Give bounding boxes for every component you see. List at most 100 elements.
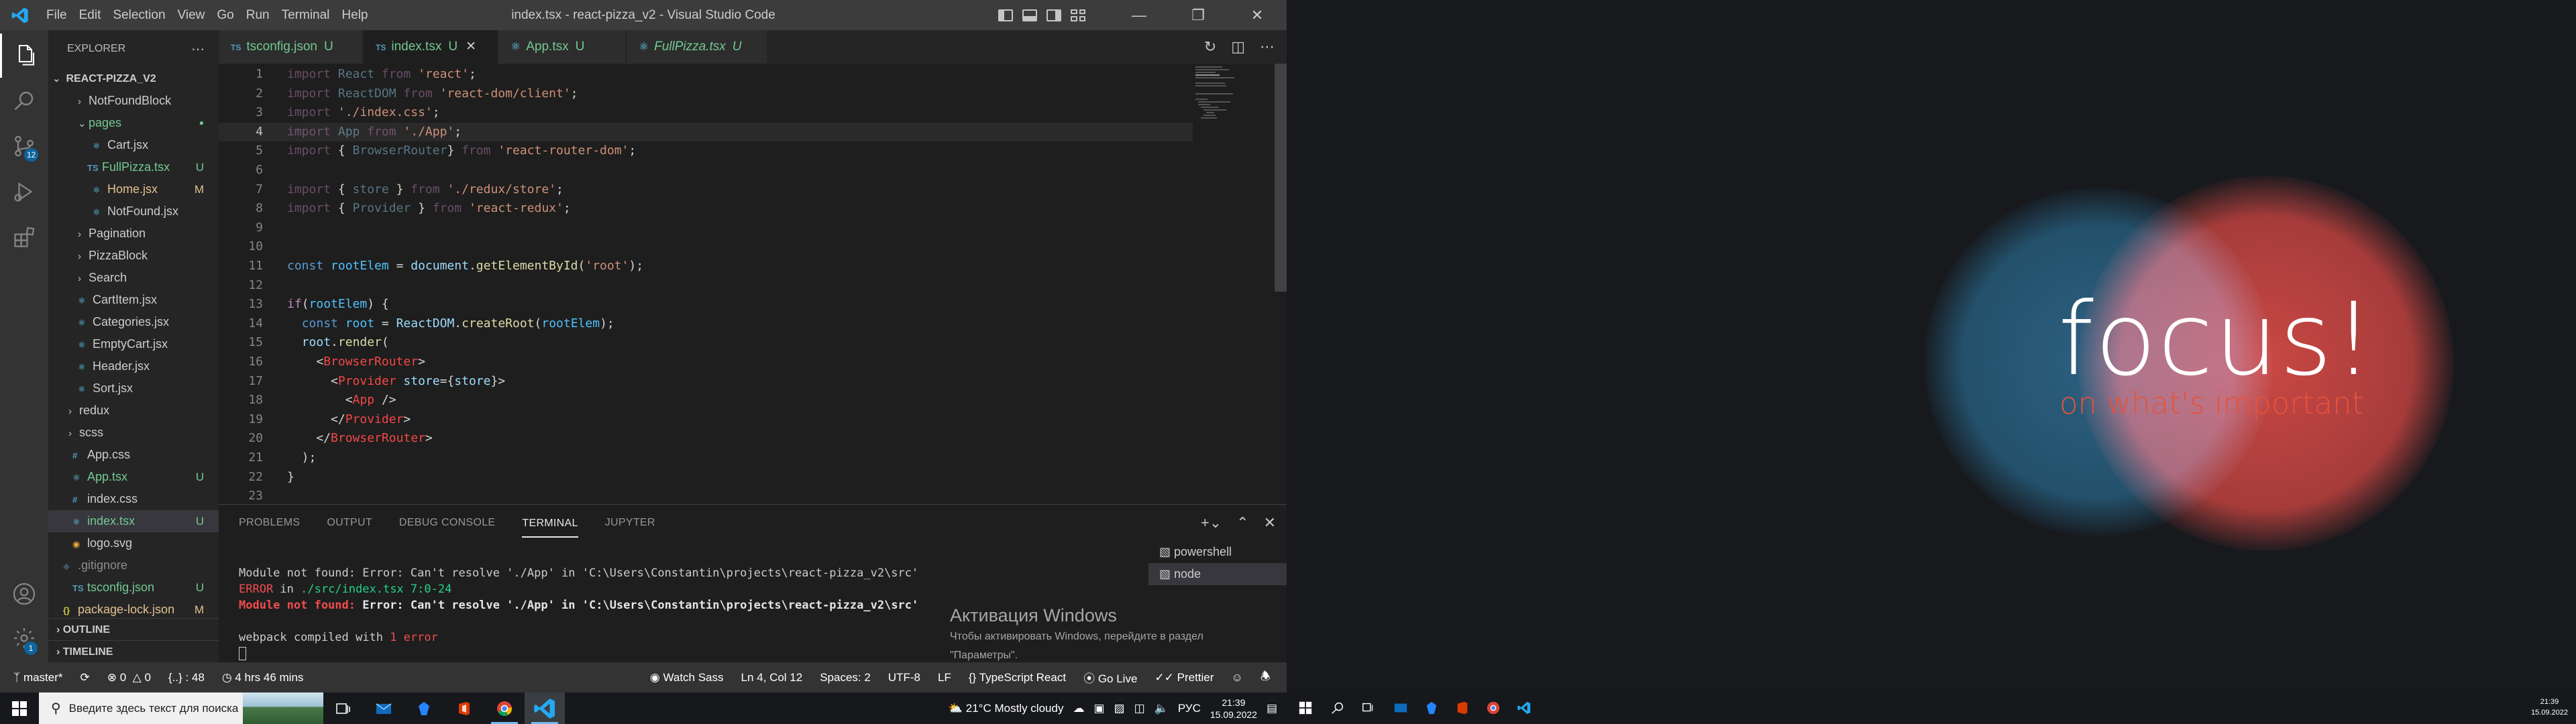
tree-file[interactable]: ⚛ Cart.jsx: [48, 134, 219, 156]
more-actions-icon[interactable]: ⋯: [1260, 38, 1275, 56]
mail-app-icon[interactable]: [364, 692, 404, 724]
outline-section[interactable]: › OUTLINE: [48, 618, 219, 640]
open-changes-icon[interactable]: ↻: [1204, 38, 1216, 56]
terminal-item-node[interactable]: ▧ node: [1148, 563, 1287, 585]
menu-terminal[interactable]: Terminal: [276, 8, 336, 23]
split-editor-icon[interactable]: ◫: [1231, 38, 1245, 56]
tree-file[interactable]: ◆ .gitignore: [48, 554, 219, 577]
indentation[interactable]: Spaces: 2: [820, 671, 871, 684]
tree-file[interactable]: # index.css: [48, 488, 219, 510]
language-mode[interactable]: {} TypeScript React: [969, 671, 1066, 684]
vscode-logo-icon[interactable]: [0, 0, 40, 30]
symbol-position[interactable]: {..} : 48: [168, 671, 205, 684]
tab-tsconfig[interactable]: TS tsconfig.json U: [219, 30, 363, 64]
menu-go[interactable]: Go: [211, 8, 239, 23]
menu-view[interactable]: View: [172, 8, 211, 23]
feedback-icon[interactable]: ☺: [1231, 671, 1242, 684]
tree-folder[interactable]: › NotFoundBlock: [48, 90, 219, 112]
toggle-panel-icon[interactable]: [1022, 9, 1037, 21]
tree-file[interactable]: # App.css: [48, 444, 219, 466]
menu-file[interactable]: File: [40, 8, 73, 23]
workspace-root[interactable]: ⌄ REACT-PIZZA_V2: [48, 68, 219, 90]
chrome-app-icon[interactable]: [484, 692, 525, 724]
tab-index-tsx[interactable]: TS index.tsx U ✕: [364, 30, 498, 64]
sourcetree-app-icon[interactable]: [1424, 701, 1440, 715]
go-live[interactable]: ⦿ Go Live: [1083, 669, 1137, 686]
menu-edit[interactable]: Edit: [73, 8, 107, 23]
customize-layout-icon[interactable]: [1071, 9, 1085, 21]
tab-app-tsx[interactable]: ⚛ App.tsx U: [498, 30, 626, 64]
notifications-bell-icon[interactable]: 🕭: [1260, 668, 1271, 687]
tree-folder[interactable]: › PizzaBlock: [48, 245, 219, 267]
git-branch[interactable]: ᛉ master*: [13, 671, 63, 684]
toggle-secondary-sidebar-icon[interactable]: [1046, 9, 1061, 21]
windows-start-icon[interactable]: [1297, 701, 1313, 715]
menu-help[interactable]: Help: [335, 8, 374, 23]
tree-folder[interactable]: › redux: [48, 400, 219, 422]
accounts-icon[interactable]: [0, 572, 48, 616]
minimap[interactable]: [1195, 64, 1275, 265]
tree-file[interactable]: ◉ logo.svg: [48, 532, 219, 554]
tab-terminal[interactable]: TERMINAL: [522, 508, 578, 538]
code-editor[interactable]: 1 import React from 'react'; 2 import React…: [219, 64, 1287, 504]
tree-file-selected[interactable]: ⚛ index.tsx U: [48, 510, 219, 532]
explorer-icon[interactable]: [0, 34, 48, 78]
editor-scrollbar[interactable]: [1275, 64, 1287, 292]
windows-start-icon[interactable]: [0, 692, 39, 724]
task-view-icon[interactable]: [1360, 701, 1377, 715]
office-app-icon[interactable]: [1454, 701, 1470, 715]
tab-fullpizza-tsx[interactable]: ⚛ FullPizza.tsx U: [627, 30, 767, 64]
tab-jupyter[interactable]: JUPYTER: [605, 517, 655, 529]
tree-file[interactable]: TS tsconfig.json U: [48, 577, 219, 599]
sync-icon[interactable]: ⟳: [80, 671, 90, 684]
maximize-panel-icon[interactable]: ⌃: [1236, 514, 1248, 532]
tree-file[interactable]: ⚛ NotFound.jsx: [48, 200, 219, 223]
wakatime-status[interactable]: ◷ 4 hrs 46 mins: [222, 671, 304, 684]
minimize-icon[interactable]: —: [1110, 0, 1169, 30]
menu-run[interactable]: Run: [240, 8, 276, 23]
tree-file[interactable]: ⚛ EmptyCart.jsx: [48, 333, 219, 355]
new-terminal-icon[interactable]: +⌄: [1201, 514, 1222, 532]
tray-network-icon[interactable]: ◫: [1134, 702, 1145, 715]
run-debug-icon[interactable]: [0, 170, 48, 214]
restore-icon[interactable]: ❐: [1169, 0, 1228, 30]
tree-file[interactable]: ⚛ CartItem.jsx: [48, 289, 219, 311]
toggle-primary-sidebar-icon[interactable]: [998, 9, 1013, 21]
watch-sass[interactable]: ◉ Watch Sass: [650, 671, 724, 684]
chrome-app-icon[interactable]: [1485, 701, 1501, 715]
search-icon[interactable]: [0, 78, 48, 123]
tab-output[interactable]: OUTPUT: [327, 517, 372, 529]
vscode-app-icon[interactable]: [1516, 701, 1532, 715]
weather-widget[interactable]: ⛅ 21°C Mostly cloudy: [949, 702, 1064, 715]
problems-status[interactable]: ⊗ 0 △ 0: [107, 671, 151, 684]
terminal-output[interactable]: Module not found: Error: Can't resolve '…: [239, 565, 918, 662]
notifications-icon[interactable]: ▤: [1267, 702, 1277, 715]
source-control-icon[interactable]: 12: [0, 124, 48, 168]
tray-cloud-icon[interactable]: ☁: [1073, 702, 1084, 715]
tray-photo-icon[interactable]: ▨: [1114, 702, 1125, 715]
close-window-icon[interactable]: ✕: [1228, 0, 1287, 30]
tree-file[interactable]: ⚛ Home.jsx M: [48, 178, 219, 200]
taskbar-search-box[interactable]: ⚲ Введите здесь текст для поиска: [39, 692, 323, 724]
close-panel-icon[interactable]: ✕: [1264, 514, 1276, 532]
tree-file[interactable]: ⚛ Sort.jsx: [48, 377, 219, 400]
end-of-line[interactable]: LF: [938, 671, 951, 684]
tray-app-icon[interactable]: ▣: [1093, 702, 1104, 715]
search-icon[interactable]: [1330, 701, 1346, 715]
menu-selection[interactable]: Selection: [107, 8, 171, 23]
more-actions-icon[interactable]: ⋯: [191, 41, 205, 58]
task-view-icon[interactable]: [323, 692, 364, 724]
mail-app-icon[interactable]: [1393, 701, 1409, 715]
tree-folder[interactable]: › Search: [48, 267, 219, 289]
tree-file[interactable]: ⚛ App.tsx U: [48, 466, 219, 488]
office-app-icon[interactable]: [444, 692, 484, 724]
tree-file[interactable]: ⚛ Header.jsx: [48, 355, 219, 377]
timeline-section[interactable]: › TIMELINE: [48, 640, 219, 662]
tree-folder[interactable]: › Pagination: [48, 223, 219, 245]
keyboard-language[interactable]: РУС: [1178, 702, 1201, 715]
tray-volume-icon[interactable]: 🔈: [1155, 702, 1169, 715]
encoding[interactable]: UTF-8: [888, 671, 920, 684]
vscode-app-icon[interactable]: [525, 692, 565, 724]
tab-problems[interactable]: PROBLEMS: [239, 517, 300, 529]
extensions-icon[interactable]: [0, 215, 48, 259]
